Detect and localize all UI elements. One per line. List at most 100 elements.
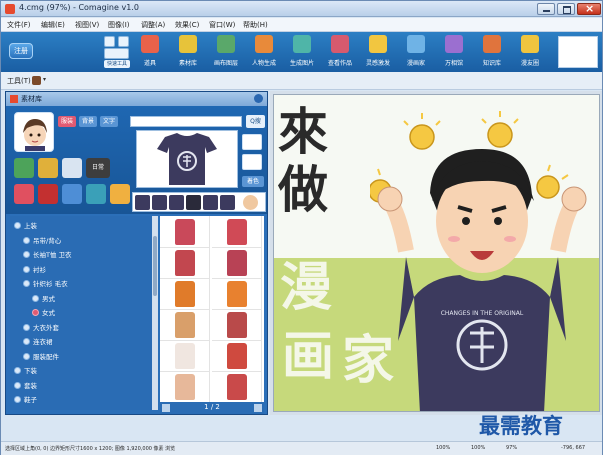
tree-item[interactable]: 连衣裙: [23, 336, 53, 348]
colorize-button[interactable]: 着色: [242, 176, 264, 187]
menu-edit[interactable]: 编辑(E): [41, 20, 65, 30]
menu-bar: 文件(F) 编辑(E) 视图(V) 图像(I) 调整(A) 效果(C) 窗口(W…: [1, 18, 602, 32]
tree-item[interactable]: 下装: [14, 365, 37, 377]
pin-icon[interactable]: [254, 94, 263, 103]
tree-item[interactable]: 大衣外套: [23, 322, 59, 334]
library-search-input[interactable]: [130, 116, 242, 127]
thumb-shirt-icon[interactable]: [135, 195, 150, 210]
grid-cell[interactable]: [160, 216, 210, 248]
toolbar-button[interactable]: 知识库: [476, 34, 508, 70]
category-cake-icon[interactable]: [14, 184, 34, 204]
zoom-level[interactable]: 100%: [471, 445, 485, 451]
tag-text[interactable]: 文字: [100, 116, 118, 127]
tree-scrollbar-thumb[interactable]: [153, 236, 157, 296]
palette-icon[interactable]: [242, 154, 262, 170]
grid-cell[interactable]: [212, 309, 262, 341]
toolbar-button[interactable]: 灵感激发: [362, 34, 394, 70]
menu-file[interactable]: 文件(F): [7, 20, 31, 30]
library-header: 素材库: [6, 92, 267, 106]
category-daily[interactable]: 日常: [86, 158, 110, 178]
menu-effect[interactable]: 效果(C): [175, 20, 199, 30]
menu-image[interactable]: 图像(I): [108, 20, 130, 30]
grid-cell[interactable]: [160, 371, 210, 403]
cursor-coordinates: -796, 667: [561, 445, 586, 451]
thumb-shirt-icon[interactable]: [220, 195, 235, 210]
generate-image-icon: [293, 35, 311, 53]
tree-item[interactable]: 套装: [14, 380, 37, 392]
category-character-icon[interactable]: [14, 158, 34, 178]
category-flower-icon[interactable]: [110, 184, 130, 204]
toolbar-button[interactable]: 查看作品: [324, 34, 356, 70]
next-page-icon[interactable]: [254, 404, 262, 412]
tag-background[interactable]: 背景: [79, 116, 97, 127]
clothing-item-icon: [227, 343, 247, 369]
category-bird-icon[interactable]: [86, 184, 106, 204]
grid-cell[interactable]: [160, 309, 210, 341]
toolbar-button-label: 漫友圈: [520, 60, 539, 67]
tree-item[interactable]: 鞋子: [14, 394, 37, 406]
color-swatch-icon[interactable]: [242, 134, 262, 150]
tree-item[interactable]: 衬衫: [23, 264, 46, 276]
grid-cell[interactable]: [212, 247, 262, 279]
pencil-tool-icon: [141, 35, 159, 53]
tool-label[interactable]: 工具(T): [7, 76, 31, 86]
tree-item[interactable]: 针织衫 毛衣: [23, 278, 68, 290]
toolbar-button[interactable]: 人物生成: [248, 34, 280, 70]
zoom-level[interactable]: 97%: [506, 445, 517, 451]
grid-cell[interactable]: [212, 216, 262, 248]
tree-item[interactable]: 长袖T恤 卫衣: [23, 249, 72, 261]
toolbar-button[interactable]: 画布图层: [210, 34, 242, 70]
category-face-icon[interactable]: [38, 158, 58, 178]
zoom-level[interactable]: 100%: [436, 445, 450, 451]
tree-item[interactable]: 上装: [14, 220, 37, 232]
toolbar-button[interactable]: 漫画家: [400, 34, 432, 70]
toolbar-button[interactable]: 道具: [134, 34, 166, 70]
register-button[interactable]: 注册: [9, 43, 33, 59]
minimize-button[interactable]: [537, 3, 555, 15]
library-panel: 素材库 服装 背景 文字 Q搜 着色 日常 上装 吊带/背心 长袖T恤 卫衣 衬…: [5, 91, 268, 415]
maximize-button[interactable]: [557, 3, 575, 15]
thumb-shirt-icon[interactable]: [203, 195, 218, 210]
tree-bullet-icon: [23, 280, 30, 287]
category-animal-icon[interactable]: [62, 184, 82, 204]
drawing-canvas[interactable]: 來 做 漫 画 家 CHANGES IN THE ORIGINAL: [273, 94, 600, 412]
tree-item[interactable]: 女式: [32, 307, 55, 319]
category-gift-icon[interactable]: [38, 184, 58, 204]
library-search-button[interactable]: Q搜: [246, 115, 265, 128]
thumb-shirt-icon[interactable]: [186, 195, 201, 210]
toolbar-button[interactable]: 素材库: [172, 34, 204, 70]
tree-item[interactable]: 服装配件: [23, 351, 59, 363]
close-button[interactable]: [577, 2, 601, 15]
prev-page-icon[interactable]: [162, 404, 170, 412]
thumb-face-icon[interactable]: [243, 195, 258, 210]
grid-cell[interactable]: [212, 278, 262, 310]
brush-icon[interactable]: [32, 76, 41, 85]
menu-help[interactable]: 帮助(H): [243, 20, 268, 30]
tag-clothing[interactable]: 服装: [58, 116, 76, 127]
category-house-icon[interactable]: [62, 158, 82, 178]
grid-cell[interactable]: [160, 340, 210, 372]
grid-cell[interactable]: [160, 247, 210, 279]
tree-item[interactable]: 男式: [32, 293, 55, 305]
menu-view[interactable]: 视图(V): [75, 20, 99, 30]
menu-adjust[interactable]: 调整(A): [141, 20, 165, 30]
grid-cell[interactable]: [212, 371, 262, 403]
menu-window[interactable]: 窗口(W): [209, 20, 235, 30]
thumb-shirt-icon[interactable]: [152, 195, 167, 210]
toolbar-button[interactable]: 漫友圈: [514, 34, 546, 70]
tree-bullet-icon: [23, 251, 30, 258]
grid-cell[interactable]: [160, 278, 210, 310]
grid-cell[interactable]: [212, 340, 262, 372]
shirt-text: CHANGES IN THE ORIGINAL: [441, 310, 524, 317]
redo-icon[interactable]: [118, 36, 129, 47]
avatar[interactable]: [14, 112, 54, 152]
toolbar-button[interactable]: 万相馆: [438, 34, 470, 70]
tree-item-label: 套装: [24, 381, 37, 390]
quick-tools[interactable]: 快速工具: [104, 36, 130, 68]
thumb-shirt-icon[interactable]: [169, 195, 184, 210]
undo-icon[interactable]: [104, 36, 115, 47]
chevron-down-icon[interactable]: ▾: [43, 76, 46, 83]
new-file-icon[interactable]: [104, 48, 129, 59]
tree-item[interactable]: 吊带/背心: [23, 235, 61, 247]
toolbar-button[interactable]: 生成图片: [286, 34, 318, 70]
